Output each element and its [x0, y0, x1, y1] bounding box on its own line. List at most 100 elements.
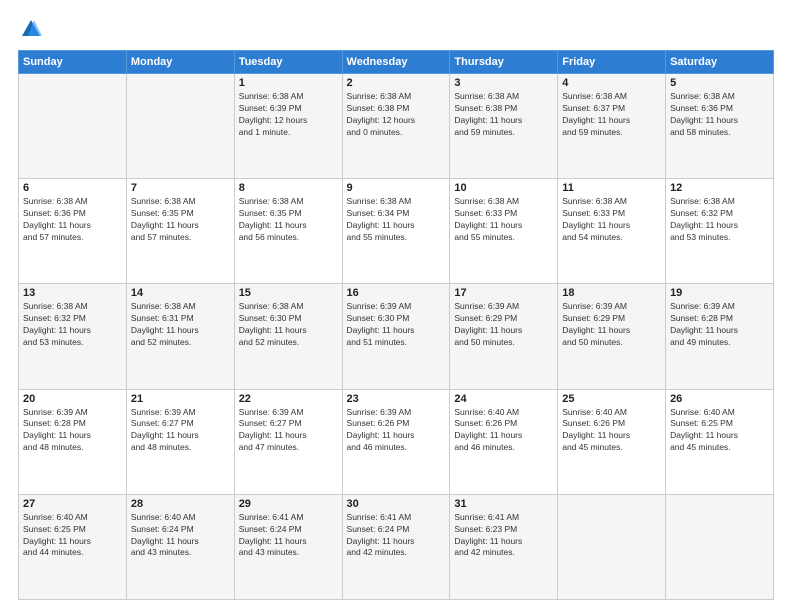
day-cell: 5Sunrise: 6:38 AM Sunset: 6:36 PM Daylig… — [666, 74, 774, 179]
day-info: Sunrise: 6:39 AM Sunset: 6:30 PM Dayligh… — [347, 301, 446, 349]
day-cell — [558, 494, 666, 599]
day-info: Sunrise: 6:40 AM Sunset: 6:25 PM Dayligh… — [670, 407, 769, 455]
day-info: Sunrise: 6:38 AM Sunset: 6:33 PM Dayligh… — [454, 196, 553, 244]
day-cell: 10 Sunrise: 6:38 AM Sunset: 6:33 PM Dayli… — [450, 179, 558, 284]
day-info: Sunrise: 6:38 AM Sunset: 6:38 PM Dayligh… — [454, 91, 553, 139]
day-cell: 3Sunrise: 6:38 AM Sunset: 6:38 PM Daylig… — [450, 74, 558, 179]
day-number: 8 — [239, 182, 338, 194]
day-info: Sunrise: 6:40 AM Sunset: 6:26 PM Dayligh… — [562, 407, 661, 455]
day-info: Sunrise: 6:39 AM Sunset: 6:28 PM Dayligh… — [670, 301, 769, 349]
day-info: Sunrise: 6:38 AM Sunset: 6:34 PM Dayligh… — [347, 196, 446, 244]
day-info: Sunrise: 6:38 AM Sunset: 6:32 PM Dayligh… — [23, 301, 122, 349]
day-info: Sunrise: 6:38 AM Sunset: 6:30 PM Dayligh… — [239, 301, 338, 349]
page: SundayMondayTuesdayWednesdayThursdayFrid… — [0, 0, 792, 612]
day-cell: 6 Sunrise: 6:38 AM Sunset: 6:36 PM Daylig… — [19, 179, 127, 284]
day-cell: 29Sunrise: 6:41 AM Sunset: 6:24 PM Dayli… — [234, 494, 342, 599]
day-cell: 12 Sunrise: 6:38 AM Sunset: 6:32 PM Dayli… — [666, 179, 774, 284]
header-day-tuesday: Tuesday — [234, 51, 342, 74]
day-info: Sunrise: 6:38 AM Sunset: 6:33 PM Dayligh… — [562, 196, 661, 244]
day-info: Sunrise: 6:39 AM Sunset: 6:29 PM Dayligh… — [562, 301, 661, 349]
day-number: 30 — [347, 498, 446, 510]
day-info: Sunrise: 6:41 AM Sunset: 6:24 PM Dayligh… — [347, 512, 446, 560]
day-number: 7 — [131, 182, 230, 194]
day-cell: 4 Sunrise: 6:38 AM Sunset: 6:37 PM Daylig… — [558, 74, 666, 179]
header-day-thursday: Thursday — [450, 51, 558, 74]
day-cell: 31Sunrise: 6:41 AM Sunset: 6:23 PM Dayli… — [450, 494, 558, 599]
day-cell: 20 Sunrise: 6:39 AM Sunset: 6:28 PM Dayli… — [19, 389, 127, 494]
day-cell: 26Sunrise: 6:40 AM Sunset: 6:25 PM Dayli… — [666, 389, 774, 494]
day-cell: 9 Sunrise: 6:38 AM Sunset: 6:34 PM Daylig… — [342, 179, 450, 284]
day-number: 23 — [347, 393, 446, 405]
day-cell: 19Sunrise: 6:39 AM Sunset: 6:28 PM Dayli… — [666, 284, 774, 389]
day-cell — [126, 74, 234, 179]
day-info: Sunrise: 6:39 AM Sunset: 6:29 PM Dayligh… — [454, 301, 553, 349]
day-number: 16 — [347, 287, 446, 299]
header — [18, 18, 774, 40]
day-info: Sunrise: 6:38 AM Sunset: 6:35 PM Dayligh… — [131, 196, 230, 244]
day-cell: 24 Sunrise: 6:40 AM Sunset: 6:26 PM Dayli… — [450, 389, 558, 494]
day-info: Sunrise: 6:38 AM Sunset: 6:31 PM Dayligh… — [131, 301, 230, 349]
day-cell: 8 Sunrise: 6:38 AM Sunset: 6:35 PM Daylig… — [234, 179, 342, 284]
day-number: 2 — [347, 77, 446, 89]
day-cell: 2 Sunrise: 6:38 AM Sunset: 6:38 PM Daylig… — [342, 74, 450, 179]
day-number: 28 — [131, 498, 230, 510]
header-day-wednesday: Wednesday — [342, 51, 450, 74]
day-info: Sunrise: 6:39 AM Sunset: 6:27 PM Dayligh… — [131, 407, 230, 455]
day-info: Sunrise: 6:40 AM Sunset: 6:25 PM Dayligh… — [23, 512, 122, 560]
day-cell: 18 Sunrise: 6:39 AM Sunset: 6:29 PM Dayli… — [558, 284, 666, 389]
week-row-2: 13 Sunrise: 6:38 AM Sunset: 6:32 PM Dayli… — [19, 284, 774, 389]
day-cell — [19, 74, 127, 179]
day-cell: 15Sunrise: 6:38 AM Sunset: 6:30 PM Dayli… — [234, 284, 342, 389]
logo-icon — [20, 18, 42, 40]
day-cell: 30 Sunrise: 6:41 AM Sunset: 6:24 PM Dayli… — [342, 494, 450, 599]
day-info: Sunrise: 6:38 AM Sunset: 6:36 PM Dayligh… — [23, 196, 122, 244]
day-number: 24 — [454, 393, 553, 405]
day-number: 5 — [670, 77, 769, 89]
day-cell: 16 Sunrise: 6:39 AM Sunset: 6:30 PM Dayli… — [342, 284, 450, 389]
day-info: Sunrise: 6:39 AM Sunset: 6:26 PM Dayligh… — [347, 407, 446, 455]
day-number: 20 — [23, 393, 122, 405]
calendar: SundayMondayTuesdayWednesdayThursdayFrid… — [18, 50, 774, 600]
day-cell: 17 Sunrise: 6:39 AM Sunset: 6:29 PM Dayli… — [450, 284, 558, 389]
header-day-friday: Friday — [558, 51, 666, 74]
day-info: Sunrise: 6:38 AM Sunset: 6:35 PM Dayligh… — [239, 196, 338, 244]
logo — [18, 18, 42, 40]
day-cell: 13 Sunrise: 6:38 AM Sunset: 6:32 PM Dayli… — [19, 284, 127, 389]
day-info: Sunrise: 6:41 AM Sunset: 6:24 PM Dayligh… — [239, 512, 338, 560]
calendar-header: SundayMondayTuesdayWednesdayThursdayFrid… — [19, 51, 774, 74]
day-info: Sunrise: 6:40 AM Sunset: 6:26 PM Dayligh… — [454, 407, 553, 455]
day-number: 17 — [454, 287, 553, 299]
day-cell — [666, 494, 774, 599]
day-number: 18 — [562, 287, 661, 299]
day-number: 22 — [239, 393, 338, 405]
day-number: 13 — [23, 287, 122, 299]
day-info: Sunrise: 6:41 AM Sunset: 6:23 PM Dayligh… — [454, 512, 553, 560]
day-number: 11 — [562, 182, 661, 194]
day-cell: 1Sunrise: 6:38 AM Sunset: 6:39 PM Daylig… — [234, 74, 342, 179]
day-number: 10 — [454, 182, 553, 194]
day-info: Sunrise: 6:39 AM Sunset: 6:28 PM Dayligh… — [23, 407, 122, 455]
day-number: 12 — [670, 182, 769, 194]
header-day-saturday: Saturday — [666, 51, 774, 74]
day-cell: 11 Sunrise: 6:38 AM Sunset: 6:33 PM Dayli… — [558, 179, 666, 284]
day-cell: 22Sunrise: 6:39 AM Sunset: 6:27 PM Dayli… — [234, 389, 342, 494]
day-cell: 27 Sunrise: 6:40 AM Sunset: 6:25 PM Dayli… — [19, 494, 127, 599]
week-row-3: 20 Sunrise: 6:39 AM Sunset: 6:28 PM Dayli… — [19, 389, 774, 494]
header-day-sunday: Sunday — [19, 51, 127, 74]
day-cell: 23 Sunrise: 6:39 AM Sunset: 6:26 PM Dayli… — [342, 389, 450, 494]
day-cell: 28 Sunrise: 6:40 AM Sunset: 6:24 PM Dayli… — [126, 494, 234, 599]
day-cell: 21Sunrise: 6:39 AM Sunset: 6:27 PM Dayli… — [126, 389, 234, 494]
day-info: Sunrise: 6:40 AM Sunset: 6:24 PM Dayligh… — [131, 512, 230, 560]
day-info: Sunrise: 6:38 AM Sunset: 6:32 PM Dayligh… — [670, 196, 769, 244]
day-number: 9 — [347, 182, 446, 194]
day-info: Sunrise: 6:38 AM Sunset: 6:37 PM Dayligh… — [562, 91, 661, 139]
day-number: 4 — [562, 77, 661, 89]
day-info: Sunrise: 6:38 AM Sunset: 6:38 PM Dayligh… — [347, 91, 446, 139]
day-cell: 25Sunrise: 6:40 AM Sunset: 6:26 PM Dayli… — [558, 389, 666, 494]
week-row-0: 1Sunrise: 6:38 AM Sunset: 6:39 PM Daylig… — [19, 74, 774, 179]
day-number: 14 — [131, 287, 230, 299]
day-number: 27 — [23, 498, 122, 510]
calendar-body: 1Sunrise: 6:38 AM Sunset: 6:39 PM Daylig… — [19, 74, 774, 600]
day-cell: 7 Sunrise: 6:38 AM Sunset: 6:35 PM Daylig… — [126, 179, 234, 284]
day-number: 6 — [23, 182, 122, 194]
